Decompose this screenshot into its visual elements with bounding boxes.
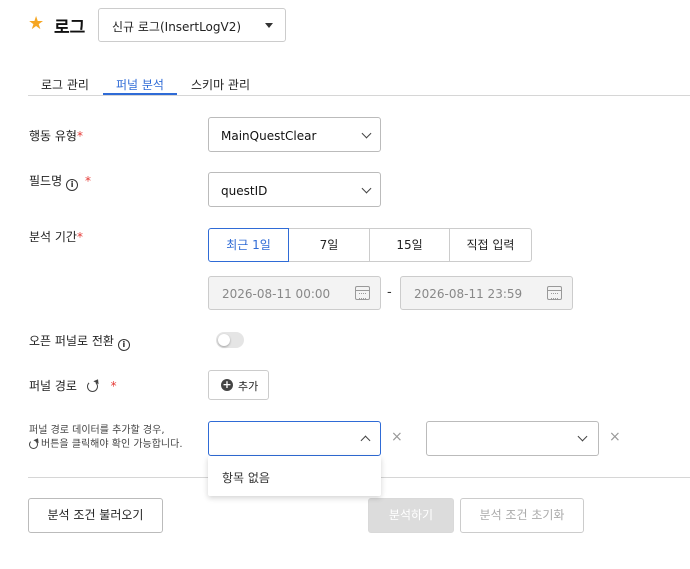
date-separator: - [387,285,392,300]
calendar-icon [355,286,370,300]
tab-schema-management[interactable]: 스키마 관리 [191,76,250,93]
analyze-button[interactable]: 분석하기 [368,498,454,533]
funnel-hint-line1: 퍼널 경로 데이터를 추가할 경우, [29,425,165,436]
add-funnel-step-button[interactable]: + 추가 [208,370,269,400]
chevron-down-icon [361,128,372,139]
action-type-select[interactable]: MainQuestClear [208,117,381,152]
calendar-icon [547,286,562,300]
remove-step-2-icon[interactable]: × [609,429,621,445]
log-select-value: 신규 로그(InsertLogV2) [112,20,242,34]
caret-down-icon [265,23,273,28]
plus-circle-icon: + [221,378,233,391]
field-name-select[interactable]: questID [208,172,381,207]
required-mark: * [76,230,83,244]
period-option-custom[interactable]: 직접 입력 [449,228,532,262]
action-type-label: 행동 유형* [29,127,83,144]
field-name-label-text: 필드명 [29,174,63,188]
funnel-hint-line2: 버튼을 클릭해야 확인 가능합니다. [29,435,183,450]
field-name-value: questID [221,184,268,198]
funnel-step-1-select[interactable] [208,421,381,456]
funnel-step-1-dropdown-menu: 항목 없음 [208,456,381,496]
dropdown-empty-item: 항목 없음 [222,471,270,485]
funnel-step-2-select[interactable] [426,421,599,456]
field-name-label: 필드명 i * [29,172,91,191]
refresh-icon[interactable] [86,381,98,392]
required-mark: * [76,129,83,143]
log-select[interactable]: 신규 로그(InsertLogV2) [98,8,286,42]
load-conditions-button[interactable]: 분석 조건 불러오기 [28,498,163,533]
funnel-path-label-text: 퍼널 경로 [29,379,77,393]
action-type-value: MainQuestClear [221,129,317,143]
required-mark: * [84,174,91,188]
refresh-icon [29,440,38,449]
chevron-up-icon [360,435,371,446]
funnel-path-label: 퍼널 경로 * [29,377,117,394]
period-label-text: 분석 기간 [29,230,77,244]
start-date-value: 2026-08-11 00:00 [222,287,331,301]
period-option-15days[interactable]: 15일 [369,228,450,262]
remove-step-1-icon[interactable]: × [391,429,403,445]
active-tab-indicator [103,93,177,95]
period-option-7days[interactable]: 7일 [288,228,370,262]
required-mark: * [110,379,117,393]
tab-funnel-analysis[interactable]: 퍼널 분석 [116,76,164,93]
add-button-label: 추가 [238,380,259,393]
tab-log-management[interactable]: 로그 관리 [41,76,89,93]
action-type-label-text: 행동 유형 [29,129,77,143]
period-label: 분석 기간* [29,228,83,245]
funnel-hint-line2-text: 버튼을 클릭해야 확인 가능합니다. [41,439,183,450]
start-date-input[interactable]: 2026-08-11 00:00 [208,276,381,310]
period-option-1day[interactable]: 최근 1일 [208,228,289,262]
tabs-divider [28,95,690,96]
reset-conditions-button[interactable]: 분석 조건 초기화 [460,498,584,533]
open-funnel-label: 오픈 퍼널로 전환 i [29,332,130,351]
page-title: 로그 [54,18,86,38]
toggle-knob [218,334,230,346]
info-icon[interactable]: i [66,179,79,191]
chevron-down-icon [577,431,588,442]
open-funnel-label-text: 오픈 퍼널로 전환 [29,334,114,348]
end-date-value: 2026-08-11 23:59 [414,287,523,301]
info-icon[interactable]: i [117,339,130,351]
open-funnel-toggle[interactable] [216,332,244,348]
end-date-input[interactable]: 2026-08-11 23:59 [400,276,573,310]
star-icon[interactable]: ★ [28,15,46,33]
chevron-down-icon [361,183,372,194]
